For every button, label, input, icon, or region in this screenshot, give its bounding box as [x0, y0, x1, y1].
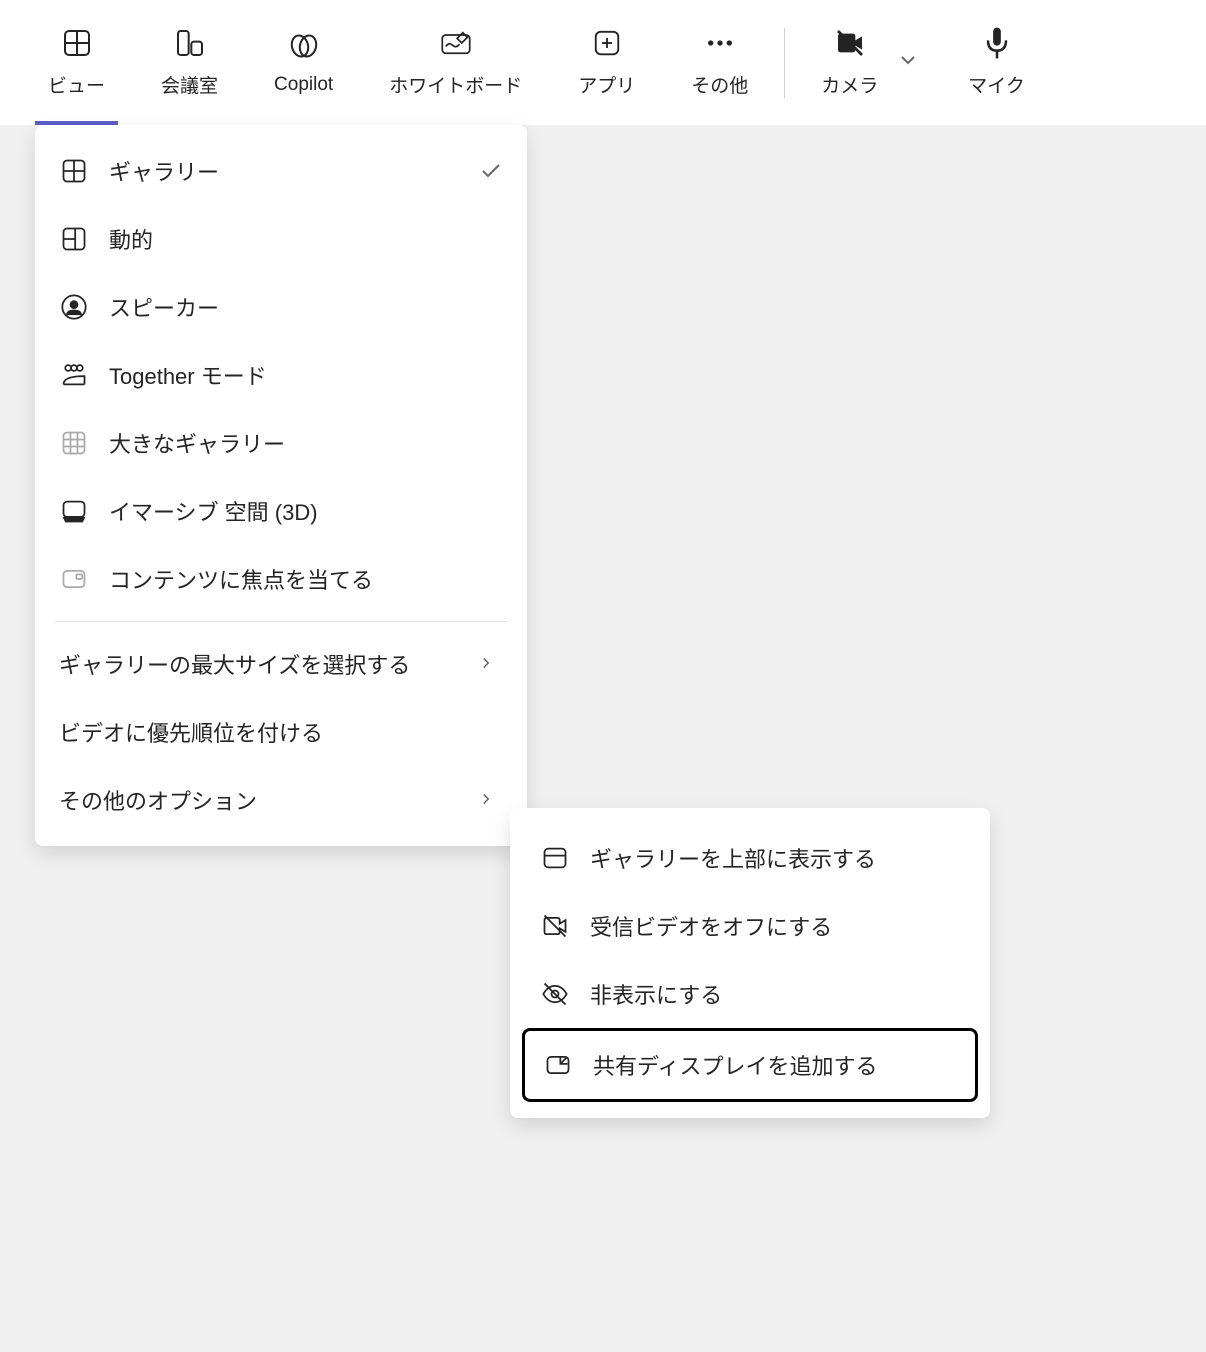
- toolbar-rooms[interactable]: 会議室: [133, 0, 246, 125]
- mic-icon: [981, 27, 1013, 59]
- dropdown-dynamic[interactable]: 動的: [35, 205, 527, 273]
- speaker-icon: [59, 292, 89, 322]
- toolbar-mic[interactable]: マイク: [940, 0, 1053, 125]
- video-off-icon: [540, 911, 570, 941]
- add-display-icon: [543, 1050, 573, 1080]
- dropdown-immersive[interactable]: イマーシブ 空間 (3D): [35, 477, 527, 545]
- toolbar-apps-label: アプリ: [578, 71, 635, 98]
- chevron-right-icon: [477, 654, 497, 674]
- toolbar-copilot[interactable]: Copilot: [246, 0, 361, 125]
- dynamic-icon: [59, 224, 89, 254]
- dropdown-large-gallery-label: 大きなギャラリー: [109, 427, 503, 459]
- submenu-video-off-label: 受信ビデオをオフにする: [590, 910, 832, 942]
- focus-content-icon: [59, 564, 89, 594]
- toolbar-camera[interactable]: カメラ: [793, 0, 906, 125]
- check-icon: [479, 159, 503, 183]
- camera-off-icon: [834, 27, 866, 59]
- together-icon: [59, 360, 89, 390]
- dropdown-immersive-label: イマーシブ 空間 (3D): [109, 495, 503, 527]
- chevron-right-icon: [477, 790, 497, 810]
- dropdown-together-label: Together モード: [109, 359, 503, 391]
- toolbar: ビュー 会議室 Copilot ホワイトボード アプリ その他 カメラ: [0, 0, 1206, 125]
- rooms-icon: [174, 27, 206, 59]
- toolbar-mic-label: マイク: [968, 71, 1025, 98]
- dropdown-speaker-label: スピーカー: [109, 291, 503, 323]
- dropdown-gallery[interactable]: ギャラリー: [35, 137, 527, 205]
- submenu-gallery-top[interactable]: ギャラリーを上部に表示する: [522, 824, 978, 892]
- dropdown-together[interactable]: Together モード: [35, 341, 527, 409]
- dropdown-other-options[interactable]: その他のオプション: [35, 766, 527, 834]
- whiteboard-icon: [440, 27, 472, 59]
- hide-icon: [540, 979, 570, 1009]
- large-gallery-icon: [59, 428, 89, 458]
- grid-icon: [61, 27, 93, 59]
- submenu-video-off[interactable]: 受信ビデオをオフにする: [522, 892, 978, 960]
- apps-icon: [591, 27, 623, 59]
- toolbar-copilot-label: Copilot: [274, 74, 333, 96]
- toolbar-more-label: その他: [691, 71, 748, 98]
- dropdown-divider: [55, 621, 507, 622]
- dropdown-large-gallery[interactable]: 大きなギャラリー: [35, 409, 527, 477]
- dropdown-prioritize-video-label: ビデオに優先順位を付ける: [59, 716, 503, 748]
- other-options-submenu: ギャラリーを上部に表示する 受信ビデオをオフにする 非表示にする 共有ディスプレ…: [510, 808, 990, 1118]
- top-gallery-icon: [540, 843, 570, 873]
- submenu-hide[interactable]: 非表示にする: [522, 960, 978, 1028]
- toolbar-apps[interactable]: アプリ: [550, 0, 663, 125]
- submenu-add-display[interactable]: 共有ディスプレイを追加する: [522, 1028, 978, 1102]
- toolbar-rooms-label: 会議室: [161, 71, 218, 98]
- toolbar-whiteboard-label: ホワイトボード: [389, 71, 522, 98]
- dropdown-gallery-size[interactable]: ギャラリーの最大サイズを選択する: [35, 630, 527, 698]
- copilot-icon: [288, 30, 320, 62]
- toolbar-view[interactable]: ビュー: [20, 0, 133, 125]
- dropdown-dynamic-label: 動的: [109, 223, 503, 255]
- submenu-hide-label: 非表示にする: [590, 978, 722, 1010]
- dropdown-focus-content[interactable]: コンテンツに焦点を当てる: [35, 545, 527, 613]
- toolbar-view-label: ビュー: [48, 71, 105, 98]
- view-dropdown: ギャラリー 動的 スピーカー Together モード 大きなギャラリー イマー…: [35, 125, 527, 846]
- dropdown-other-options-label: その他のオプション: [59, 784, 457, 816]
- dropdown-gallery-size-label: ギャラリーの最大サイズを選択する: [59, 648, 457, 680]
- toolbar-more[interactable]: その他: [663, 0, 776, 125]
- dropdown-speaker[interactable]: スピーカー: [35, 273, 527, 341]
- more-icon: [704, 27, 736, 59]
- dropdown-gallery-label: ギャラリー: [109, 155, 459, 187]
- submenu-add-display-label: 共有ディスプレイを追加する: [593, 1049, 877, 1081]
- toolbar-camera-label: カメラ: [821, 71, 878, 98]
- dropdown-prioritize-video[interactable]: ビデオに優先順位を付ける: [35, 698, 527, 766]
- immersive-icon: [59, 496, 89, 526]
- gallery-icon: [59, 156, 89, 186]
- dropdown-focus-content-label: コンテンツに焦点を当てる: [109, 563, 503, 595]
- toolbar-whiteboard[interactable]: ホワイトボード: [361, 0, 550, 125]
- toolbar-divider: [784, 28, 785, 98]
- submenu-gallery-top-label: ギャラリーを上部に表示する: [590, 842, 876, 874]
